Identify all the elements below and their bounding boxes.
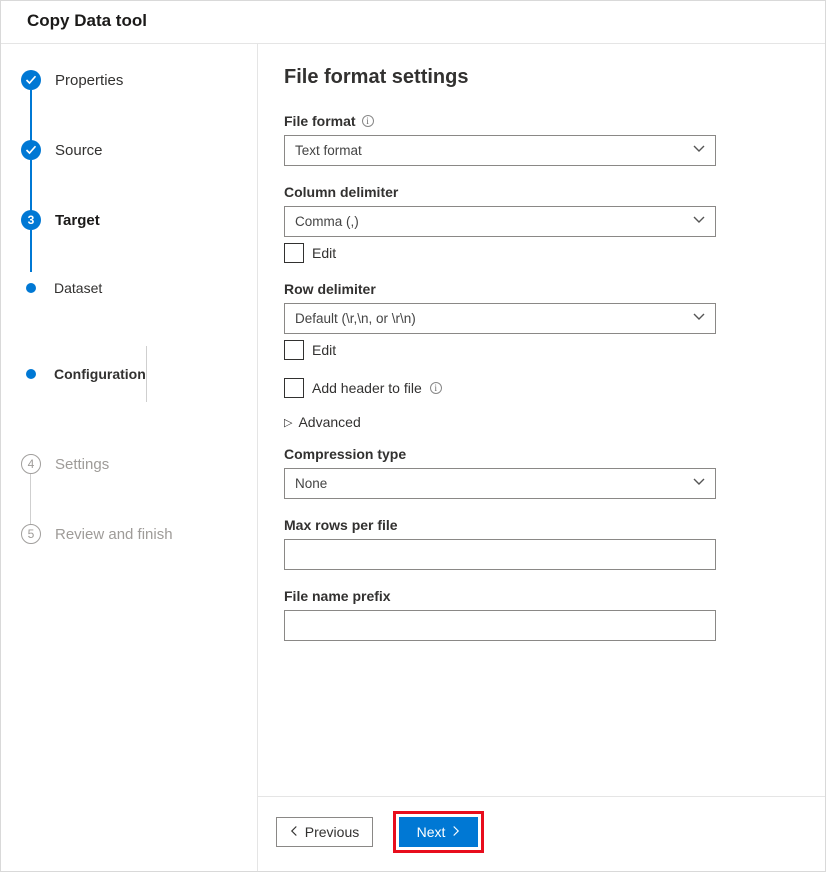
field-file-format: File format i Text format	[284, 113, 799, 166]
page-title-bar: Copy Data tool	[1, 1, 825, 44]
row-delimiter-value: Default (\r,\n, or \r\n)	[295, 311, 416, 326]
field-column-delimiter: Column delimiter Comma (,) Edit	[284, 184, 799, 263]
window-title: Copy Data tool	[27, 11, 147, 30]
column-delimiter-edit-checkbox[interactable]	[284, 243, 304, 263]
connector	[146, 346, 147, 402]
field-prefix: File name prefix	[284, 588, 799, 641]
advanced-label: Advanced	[298, 414, 360, 430]
previous-button[interactable]: Previous	[276, 817, 373, 847]
step-target[interactable]: 3 Target	[21, 210, 257, 230]
add-header-label: Add header to file	[312, 380, 422, 396]
next-label: Next	[417, 824, 446, 840]
advanced-toggle[interactable]: ▷ Advanced	[284, 414, 799, 430]
compression-select[interactable]: None	[284, 468, 716, 499]
body: Properties Source 3 Target	[1, 44, 825, 871]
chevron-right-icon	[451, 825, 460, 839]
step-label: Source	[55, 142, 103, 159]
step-review[interactable]: 5 Review and finish	[21, 524, 257, 544]
step-label: Target	[55, 212, 100, 229]
step-number-icon: 5	[21, 524, 41, 544]
page-title: File format settings	[284, 66, 799, 89]
window: Copy Data tool Properties Source	[0, 0, 826, 872]
step-source[interactable]: Source	[21, 140, 257, 160]
substep-configuration[interactable]: Configuration	[21, 346, 257, 402]
info-icon[interactable]: i	[362, 115, 374, 127]
step-label: Review and finish	[55, 526, 173, 543]
field-max-rows: Max rows per file	[284, 517, 799, 570]
substep-dataset[interactable]: Dataset	[21, 268, 257, 308]
row-delimiter-edit-row: Edit	[284, 340, 799, 360]
footer: Previous Next	[258, 796, 825, 871]
connector	[30, 90, 32, 142]
max-rows-label: Max rows per file	[284, 517, 398, 533]
compression-value: None	[295, 476, 327, 491]
step-number-icon: 3	[21, 210, 41, 230]
prefix-input[interactable]	[284, 610, 716, 641]
dot-icon	[26, 369, 36, 379]
info-icon[interactable]: i	[430, 382, 442, 394]
field-row-delimiter: Row delimiter Default (\r,\n, or \r\n) E…	[284, 281, 799, 360]
connector	[30, 230, 32, 272]
chevron-down-icon	[693, 311, 705, 326]
file-format-select[interactable]: Text format	[284, 135, 716, 166]
file-format-label: File format	[284, 113, 356, 129]
next-button[interactable]: Next	[399, 817, 478, 847]
column-delimiter-edit-row: Edit	[284, 243, 799, 263]
step-label: Properties	[55, 72, 123, 89]
step-number-icon: 4	[21, 454, 41, 474]
row-delimiter-edit-label: Edit	[312, 342, 336, 358]
column-delimiter-label: Column delimiter	[284, 184, 398, 200]
column-delimiter-value: Comma (,)	[295, 214, 359, 229]
connector	[30, 474, 31, 526]
step-label: Settings	[55, 456, 109, 473]
substep-label: Dataset	[54, 280, 102, 296]
row-delimiter-label: Row delimiter	[284, 281, 376, 297]
max-rows-input[interactable]	[284, 539, 716, 570]
column-delimiter-edit-label: Edit	[312, 245, 336, 261]
substep-label: Configuration	[54, 366, 146, 382]
previous-label: Previous	[305, 824, 359, 840]
dot-icon	[26, 283, 36, 293]
row-delimiter-select[interactable]: Default (\r,\n, or \r\n)	[284, 303, 716, 334]
next-highlight: Next	[393, 811, 484, 853]
chevron-down-icon	[693, 476, 705, 491]
step-settings[interactable]: 4 Settings	[21, 454, 257, 474]
chevron-left-icon	[290, 825, 299, 839]
connector	[30, 160, 32, 212]
add-header-row: Add header to file i	[284, 378, 799, 398]
chevron-down-icon	[693, 143, 705, 158]
chevron-down-icon	[693, 214, 705, 229]
wizard-sidebar: Properties Source 3 Target	[1, 44, 258, 871]
step-properties[interactable]: Properties	[21, 70, 257, 90]
content: File format settings File format i Text …	[258, 44, 825, 796]
caret-right-icon: ▷	[284, 416, 292, 429]
row-delimiter-edit-checkbox[interactable]	[284, 340, 304, 360]
file-format-value: Text format	[295, 143, 362, 158]
compression-label: Compression type	[284, 446, 406, 462]
main-panel: File format settings File format i Text …	[258, 44, 825, 871]
check-icon	[21, 140, 41, 160]
check-icon	[21, 70, 41, 90]
field-compression: Compression type None	[284, 446, 799, 499]
prefix-label: File name prefix	[284, 588, 391, 604]
column-delimiter-select[interactable]: Comma (,)	[284, 206, 716, 237]
add-header-checkbox[interactable]	[284, 378, 304, 398]
